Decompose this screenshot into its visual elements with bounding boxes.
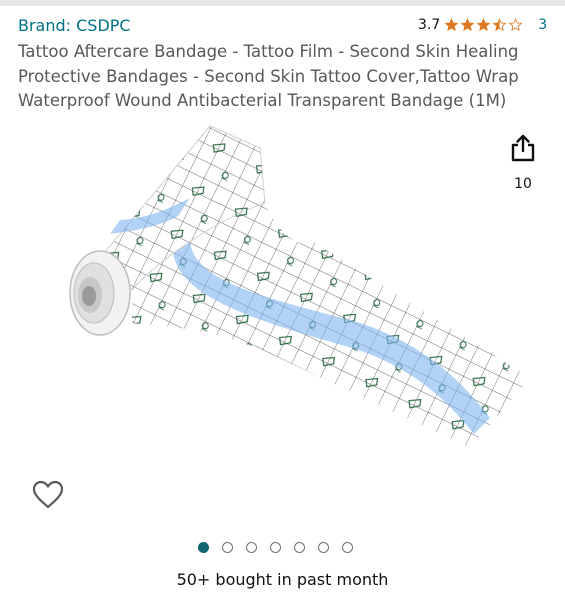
film-sheet (132, 203, 530, 448)
star-icon (460, 18, 475, 32)
heart-icon (32, 480, 64, 509)
carousel-dot[interactable] (294, 542, 305, 553)
carousel-dot[interactable] (342, 542, 353, 553)
top-divider (0, 0, 565, 6)
half-star-icon (492, 18, 507, 32)
empty-star-icon (508, 18, 523, 32)
star-icon (476, 18, 491, 32)
carousel-dot[interactable] (270, 542, 281, 553)
carousel-dot[interactable] (222, 542, 233, 553)
rating-summary[interactable]: 3.7 3 (418, 17, 547, 33)
carousel-dot[interactable] (246, 542, 257, 553)
image-carousel-indicator[interactable] (198, 542, 353, 553)
product-title: Tattoo Aftercare Bandage - Tattoo Film -… (18, 42, 519, 110)
carousel-dot[interactable] (198, 542, 209, 553)
star-rating (444, 18, 524, 32)
carousel-dot[interactable] (318, 542, 329, 553)
rating-count[interactable]: 3 (538, 17, 547, 33)
star-icon (444, 18, 459, 32)
brand-link[interactable]: Brand: CSDPC (18, 16, 131, 35)
purchase-count-text: 50+ bought in past month (176, 570, 389, 589)
rating-value: 3.7 (418, 17, 441, 33)
wishlist-button[interactable] (30, 477, 66, 513)
product-image[interactable] (60, 108, 530, 508)
